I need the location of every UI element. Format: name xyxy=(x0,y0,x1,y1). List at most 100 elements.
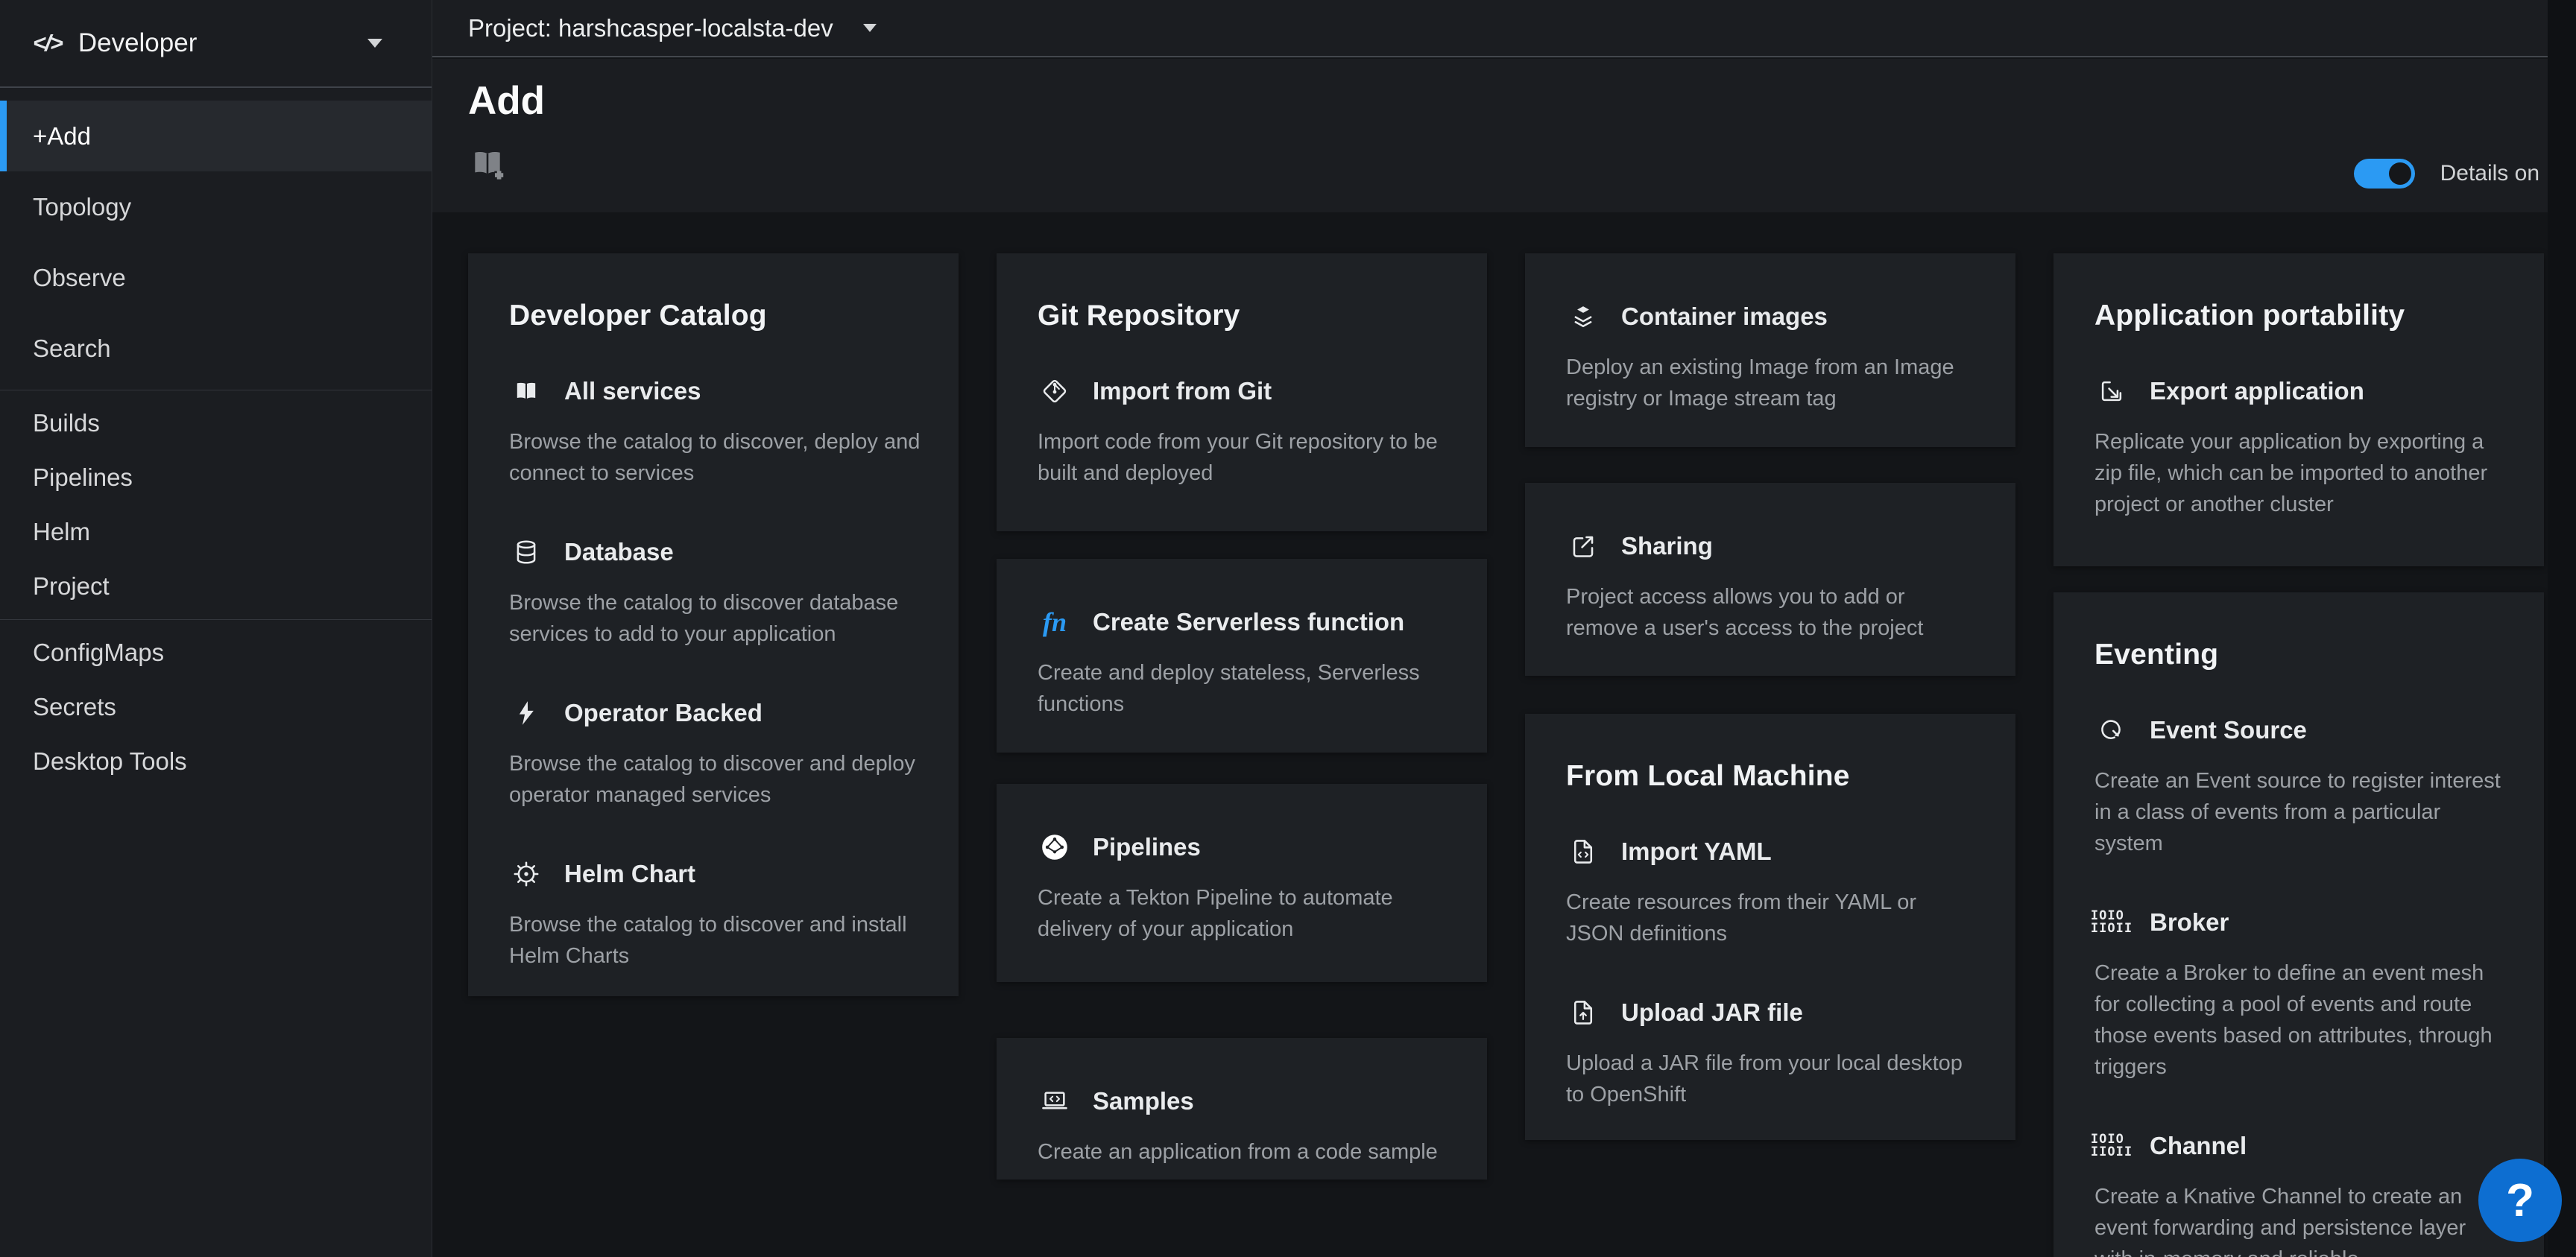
action-title: Broker xyxy=(2150,908,2229,937)
add-action-import-yaml[interactable]: Import YAML Create resources from their Y… xyxy=(1566,835,1978,949)
action-description: Create a Tekton Pipeline to automate del… xyxy=(1038,882,1450,945)
sidebar-item-add[interactable]: +Add xyxy=(0,101,432,171)
add-action-import-from-git[interactable]: Import from Git Import code from your Git… xyxy=(1038,374,1450,489)
card-column-1: Developer Catalog All services Browse the … xyxy=(468,253,959,996)
action-title: Container images xyxy=(1621,303,1828,331)
sidebar-item-label: Search xyxy=(33,335,111,363)
export-icon xyxy=(2094,374,2129,408)
card-developer-catalog: Developer Catalog All services Browse the … xyxy=(468,253,959,996)
file-upload-icon xyxy=(1566,995,1600,1030)
add-action-create-serverless-function[interactable]: fnCreate Serverless functionCreate and d… xyxy=(1038,605,1450,720)
action-title: Sharing xyxy=(1621,532,1713,560)
action-description: Create a Broker to define an event mesh … xyxy=(2094,957,2507,1083)
database-icon xyxy=(509,535,543,569)
share-icon xyxy=(1566,529,1600,563)
card-group-title: Eventing xyxy=(2094,639,2507,671)
card-sharing: SharingProject access allows you to add … xyxy=(1525,483,2015,676)
sidebar-item-search[interactable]: Search xyxy=(0,313,432,384)
action-title: Pipelines xyxy=(1093,833,1201,861)
add-action-upload-jar-file[interactable]: Upload JAR file Upload a JAR file from yo… xyxy=(1566,995,1978,1110)
action-description: Browse the catalog to discover and insta… xyxy=(509,909,921,972)
sidebar-item-builds[interactable]: Builds xyxy=(0,396,432,450)
action-description: Create resources from their YAML or JSON… xyxy=(1566,887,1978,949)
details-toggle-group: Details on xyxy=(2354,156,2539,191)
details-toggle-switch[interactable] xyxy=(2354,159,2415,189)
add-action-database[interactable]: DatabaseBrowse the catalog to discover d… xyxy=(509,535,921,650)
add-action-sharing[interactable]: SharingProject access allows you to add … xyxy=(1566,529,1978,644)
sidebar-item-secrets[interactable]: Secrets xyxy=(0,680,432,734)
action-title: Create Serverless function xyxy=(1093,608,1404,636)
helm-icon xyxy=(509,857,543,891)
toggle-knob xyxy=(2389,162,2411,185)
add-action-helm-chart[interactable]: Helm ChartBrowse the catalog to discover… xyxy=(509,857,921,972)
action-title: Event Source xyxy=(2150,716,2307,744)
card-group-title: Git Repository xyxy=(1038,300,1450,332)
binary-icon: IOIOIIOII xyxy=(2094,1129,2129,1163)
sidebar-item-label: Topology xyxy=(33,193,131,221)
action-title: Channel xyxy=(2150,1132,2247,1160)
action-description: Import code from your Git repository to … xyxy=(1038,426,1450,489)
add-action-export-application[interactable]: Export applicationReplicate your applica… xyxy=(2094,374,2507,520)
sidebar-item-configmaps[interactable]: ConfigMaps xyxy=(0,625,432,680)
card-application-portability: Application portabilityExport applicatio… xyxy=(2053,253,2544,566)
card-from-local-machine: From Local Machine Import YAML Create reso… xyxy=(1525,714,2015,1140)
side-nav: +Add Topology Observe Search Builds Pipelines… xyxy=(0,88,432,788)
add-action-event-source[interactable]: Event Source Create an Event source to re… xyxy=(2094,713,2507,859)
action-title: Import YAML xyxy=(1621,838,1772,866)
card-group-title: Developer Catalog xyxy=(509,300,921,332)
action-title: All services xyxy=(564,377,701,405)
action-title: Upload JAR file xyxy=(1621,998,1803,1027)
action-title: Export application xyxy=(2150,377,2364,405)
sidebar-item-topology[interactable]: Topology xyxy=(0,171,432,242)
add-action-operator-backed[interactable]: Operator BackedBrowse the catalog to dis… xyxy=(509,696,921,811)
caret-down-icon xyxy=(863,24,877,32)
project-selector-label: Project: harshcasper-localsta-dev xyxy=(468,14,833,42)
action-title: Operator Backed xyxy=(564,699,763,727)
action-description: Browse the catalog to discover, deploy a… xyxy=(509,426,921,489)
sidebar-item-label: Helm xyxy=(33,518,90,546)
sidebar-item-project[interactable]: Project xyxy=(0,559,432,613)
sidebar-item-label: ConfigMaps xyxy=(33,639,164,667)
project-selector[interactable]: Project: harshcasper-localsta-dev xyxy=(468,0,877,56)
card-samples: Samples Create an application from a code… xyxy=(997,1038,1487,1180)
add-action-broker[interactable]: IOIOIIOIIBrokerCreate a Broker to define… xyxy=(2094,905,2507,1083)
action-description: Create an application from a code sample xyxy=(1038,1136,1450,1168)
add-action-channel[interactable]: IOIOIIOIIChannelCreate a Knative Channel… xyxy=(2094,1129,2507,1257)
sidebar-item-desktop-tools[interactable]: Desktop Tools xyxy=(0,734,432,788)
details-toggle-label: Details on xyxy=(2440,161,2539,186)
scrollbar-track[interactable] xyxy=(2548,0,2576,1257)
event-source-icon xyxy=(2094,713,2129,747)
card-container-images: Container images Deploy an existing Image… xyxy=(1525,253,2015,447)
action-description: Deploy an existing Image from an Image r… xyxy=(1566,352,1978,414)
add-action-samples[interactable]: Samples Create an application from a code… xyxy=(1038,1084,1450,1168)
add-action-all-services[interactable]: All services Browse the catalog to discov… xyxy=(509,374,921,489)
sidebar-item-label: Project xyxy=(33,572,110,601)
page-header: Add Details on xyxy=(432,59,2576,212)
sidebar-item-pipelines[interactable]: Pipelines xyxy=(0,450,432,504)
add-action-container-images[interactable]: Container images Deploy an existing Image… xyxy=(1566,300,1978,414)
sidebar-item-label: Desktop Tools xyxy=(33,747,187,776)
sidebar-item-label: +Add xyxy=(33,122,91,151)
add-action-pipelines[interactable]: Pipelines Create a Tekton Pipeline to aut… xyxy=(1038,830,1450,945)
quick-start-book-plus-icon[interactable] xyxy=(468,144,507,183)
sidebar-item-observe[interactable]: Observe xyxy=(0,242,432,313)
add-page-canvas: Developer Catalog All services Browse the … xyxy=(432,212,2576,1257)
git-icon xyxy=(1038,374,1072,408)
action-title: Samples xyxy=(1093,1087,1194,1115)
help-button[interactable]: ? xyxy=(2478,1159,2562,1242)
masthead: Project: harshcasper-localsta-dev xyxy=(432,0,2576,57)
card-group-title: From Local Machine xyxy=(1566,760,1978,793)
action-title: Import from Git xyxy=(1093,377,1272,405)
bolt-icon xyxy=(509,696,543,730)
sidebar-item-label: Observe xyxy=(33,264,126,292)
perspective-switcher[interactable]: </> Developer xyxy=(0,0,432,88)
card-git-repository: Git Repository Import from Git Import code… xyxy=(997,253,1487,531)
action-description: Upload a JAR file from your local deskto… xyxy=(1566,1048,1978,1110)
sidebar-item-label: Builds xyxy=(33,409,100,437)
card-serverless-function: fnCreate Serverless functionCreate and d… xyxy=(997,559,1487,753)
action-description: Create an Event source to register inter… xyxy=(2094,765,2507,859)
sidebar-item-label: Pipelines xyxy=(33,463,133,492)
perspective-label: Developer xyxy=(78,28,198,58)
sidebar-item-helm[interactable]: Helm xyxy=(0,504,432,559)
caret-down-icon xyxy=(367,39,382,48)
